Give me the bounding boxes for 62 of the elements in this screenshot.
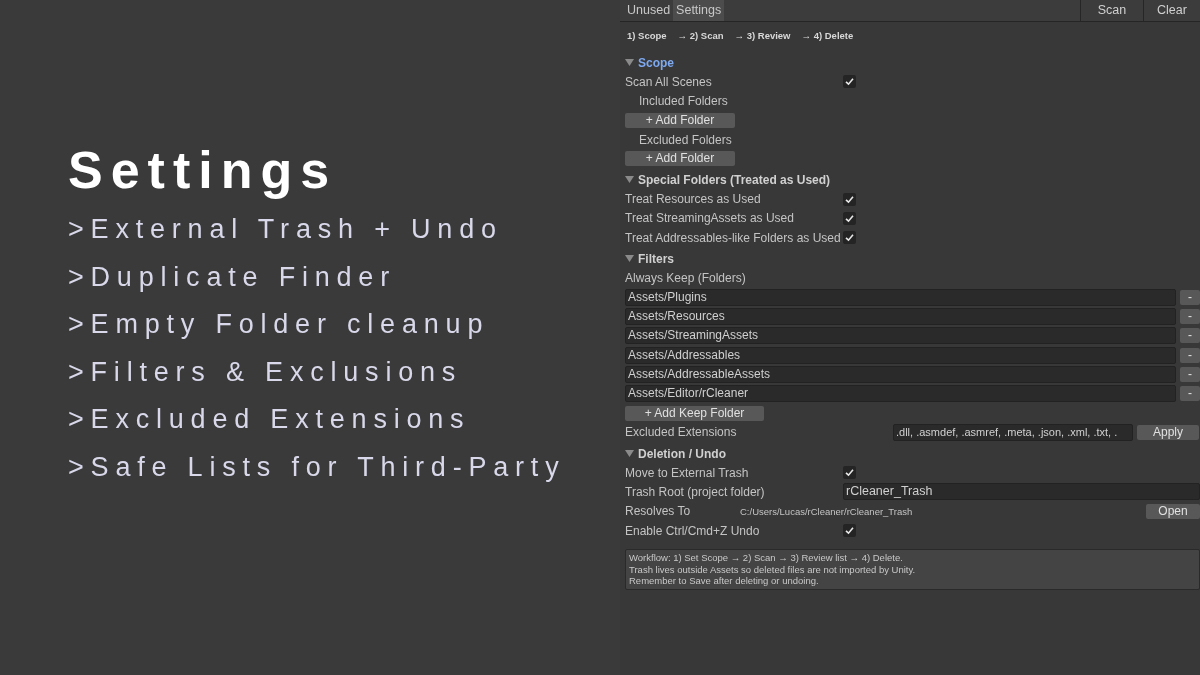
folder-path-field[interactable]: Assets/Editor/rCleaner (625, 385, 1176, 403)
add-folder-button[interactable]: + Add Folder (625, 151, 735, 167)
setting-label: Move to External Trash (625, 465, 750, 480)
feature-bullet: >Duplicate Finder (68, 260, 397, 294)
section-header[interactable]: Scope (638, 55, 674, 70)
workflow-step: → 3) Review (734, 30, 791, 41)
checkbox[interactable] (843, 524, 856, 538)
extensions-field[interactable]: .dll, .asmdef, .asmref, .meta, .json, .xml, .txt, . (893, 423, 1133, 441)
setting-label: Excluded Extensions (625, 425, 738, 440)
tab[interactable]: Settings (673, 0, 725, 21)
open-button[interactable]: Open (1146, 503, 1200, 519)
remove-button[interactable]: - (1180, 386, 1200, 402)
trash-root-field[interactable]: rCleaner_Trash (843, 483, 1200, 501)
section-header[interactable]: Filters (638, 251, 674, 266)
foldout-triangle-icon[interactable] (625, 175, 634, 185)
remove-button[interactable]: - (1180, 309, 1200, 325)
folder-list-label: Included Folders (638, 93, 728, 108)
apply-button[interactable]: Apply (1137, 424, 1199, 440)
feature-bullet: >Safe Lists for Third-Party (68, 450, 567, 484)
setting-label: Treat Resources as Used (625, 192, 762, 207)
foldout-triangle-icon[interactable] (625, 449, 634, 459)
remove-button[interactable]: - (1180, 347, 1200, 363)
feature-bullet: >Filters & Exclusions (68, 355, 464, 389)
section-header[interactable]: Special Folders (Treated as Used) (638, 173, 831, 187)
folder-list-label: Excluded Folders (638, 132, 732, 147)
add-folder-button[interactable]: + Add Folder (625, 112, 735, 128)
setting-label: Treat StreamingAssets as Used (625, 211, 795, 226)
remove-button[interactable]: - (1180, 367, 1200, 382)
folder-path-field[interactable]: Assets/StreamingAssets (625, 327, 1176, 345)
checkbox[interactable] (843, 211, 856, 225)
checkbox[interactable] (843, 75, 856, 89)
feature-bullet: >Empty Folder cleanup (68, 308, 491, 341)
foldout-triangle-icon[interactable] (625, 254, 634, 264)
workflow-step: → 4) Delete (801, 30, 854, 41)
section-header[interactable]: Deletion / Undo (638, 446, 726, 461)
feature-bullet: >Excluded Extensions (68, 403, 472, 436)
add-keep-folder-button[interactable]: + Add Keep Folder (625, 405, 764, 421)
toolbar-button[interactable]: Clear (1143, 0, 1200, 21)
folder-path-field[interactable]: Assets/Resources (625, 308, 1176, 326)
list-label: Always Keep (Folders) (625, 271, 746, 285)
slide-title: Settings (68, 140, 339, 200)
feature-bullet: >External Trash + Undo (68, 213, 504, 246)
setting-label: Trash Root (project folder) (625, 485, 766, 499)
foldout-triangle-icon[interactable] (625, 58, 634, 67)
folder-path-field[interactable]: Assets/AddressableAssets (625, 366, 1176, 383)
checkbox[interactable] (843, 466, 856, 480)
help-box: Workflow: 1) Set Scope → 2) Scan → 3) Review list → 4) Delete. Trash lives outside Assets so deleted files are not imported by Unity. Remember to Save after deleting or undoing. (625, 549, 1200, 590)
checkbox[interactable] (843, 192, 856, 206)
toolbar-button[interactable]: Scan (1080, 0, 1143, 21)
checkbox[interactable] (843, 231, 856, 245)
folder-path-field[interactable]: Assets/Addressables (625, 346, 1176, 364)
folder-path-field[interactable]: Assets/Plugins (625, 288, 1176, 306)
setting-label: Resolves To (625, 504, 692, 519)
setting-label: Scan All Scenes (625, 74, 713, 89)
workflow-step: → 2) Scan (677, 30, 724, 41)
setting-label: Enable Ctrl/Cmd+Z Undo (625, 523, 761, 538)
tab[interactable]: Unused (624, 0, 674, 21)
remove-button[interactable]: - (1180, 289, 1200, 305)
resolved-path: C:/Users/Lucas/rCleaner/rCleaner_Trash (740, 505, 914, 517)
setting-label: Treat Addressables-like Folders as Used (625, 230, 842, 245)
remove-button[interactable]: - (1180, 328, 1200, 344)
workflow-step: 1) Scope (627, 30, 667, 41)
